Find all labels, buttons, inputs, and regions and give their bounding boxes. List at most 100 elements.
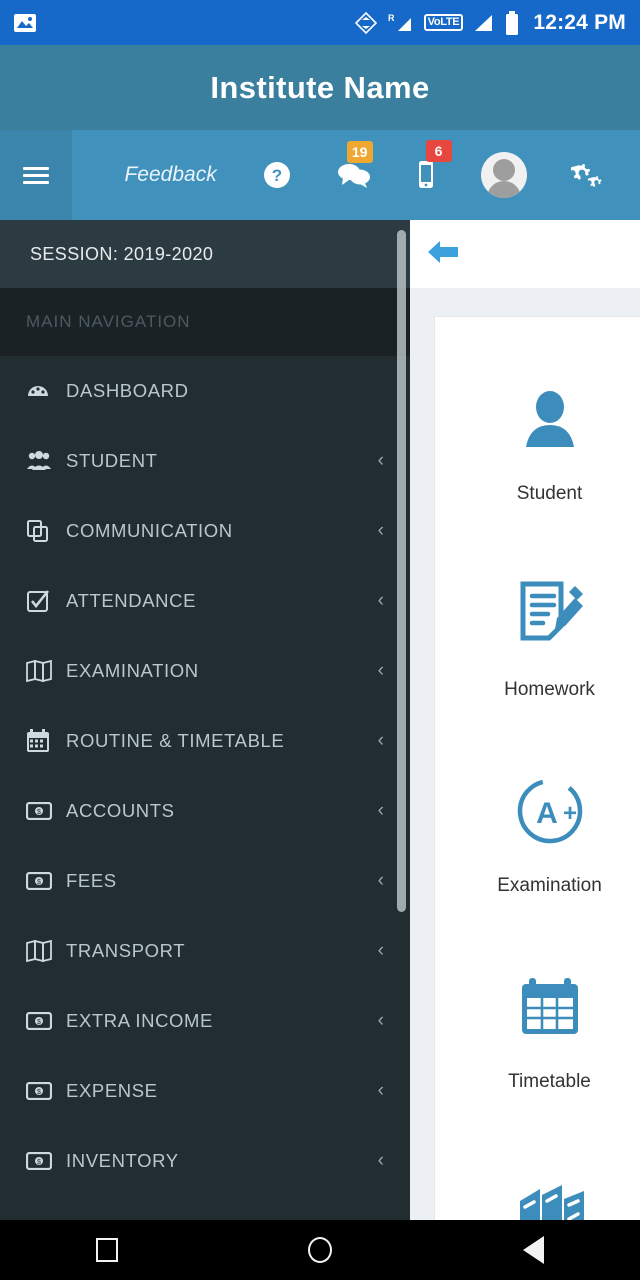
signal-icon xyxy=(473,13,495,33)
tile-label: Examination xyxy=(497,875,602,896)
back-button[interactable] xyxy=(493,1220,573,1280)
tile-label: Homework xyxy=(504,679,595,700)
chevron-left-icon: ‹ xyxy=(377,870,384,891)
cogs-icon xyxy=(571,163,603,187)
document-pencil-icon xyxy=(513,569,587,661)
sidebar-item-label: ROUTINE & TIMETABLE xyxy=(66,730,285,751)
sidebar-item-extra-income[interactable]: $ EXTRA INCOME ‹ xyxy=(0,986,410,1056)
sidebar-item-dashboard[interactable]: DASHBOARD xyxy=(0,356,410,426)
content-topbar xyxy=(410,220,640,288)
circle-icon xyxy=(307,1237,332,1263)
sidebar-item-inventory[interactable]: $ INVENTORY ‹ xyxy=(0,1126,410,1196)
hamburger-menu-button[interactable] xyxy=(0,130,72,220)
person-icon xyxy=(516,373,584,465)
tile-examination[interactable]: A + Examination xyxy=(435,733,640,929)
book-open-icon xyxy=(26,940,60,962)
tile-books[interactable] xyxy=(435,1125,640,1220)
feedback-link[interactable]: Feedback xyxy=(124,163,216,187)
chevron-left-icon: ‹ xyxy=(377,730,384,751)
hamburger-icon xyxy=(23,163,49,188)
tile-label: Timetable xyxy=(508,1071,591,1092)
chevron-left-icon: ‹ xyxy=(377,800,384,821)
chevron-left-icon: ‹ xyxy=(377,660,384,681)
sidebar-item-label: FEES xyxy=(66,870,117,891)
session-label: SESSION: 2019-2020 xyxy=(0,220,410,288)
sidebar-item-examination[interactable]: EXAMINATION ‹ xyxy=(0,636,410,706)
books-icon xyxy=(514,1168,586,1220)
tile-student[interactable]: Student xyxy=(435,341,640,537)
android-navigation-bar xyxy=(0,1220,640,1280)
sidebar-item-label: INVENTORY xyxy=(66,1150,179,1171)
main-navigation-heading: MAIN NAVIGATION xyxy=(0,288,410,356)
money-icon: $ xyxy=(26,1152,60,1170)
question-circle-icon: ? xyxy=(263,162,290,188)
page-title: Institute Name xyxy=(210,69,430,105)
mobile-badge: 6 xyxy=(425,140,452,162)
chevron-left-icon: ‹ xyxy=(377,940,384,961)
battery-icon xyxy=(505,10,519,35)
back-arrow-icon[interactable] xyxy=(426,237,460,272)
tile-label: Student xyxy=(516,483,583,504)
settings-button[interactable] xyxy=(571,160,603,190)
svg-text:?: ? xyxy=(271,166,281,185)
sidebar-item-label: DASHBOARD xyxy=(66,380,189,401)
sidebar-item-label: ATTENDANCE xyxy=(66,590,197,611)
tile-homework[interactable]: Homework xyxy=(435,537,640,733)
sidebar-scrollbar[interactable] xyxy=(397,230,406,912)
svg-text:$: $ xyxy=(37,809,41,816)
copy-icon xyxy=(26,519,60,543)
svg-text:A: A xyxy=(536,797,558,830)
sidebar-item-label: EXTRA INCOME xyxy=(66,1010,213,1031)
sidebar-item-label: COMMUNICATION xyxy=(66,520,233,541)
clock-label: 12:24 PM xyxy=(533,10,626,34)
square-icon xyxy=(95,1238,118,1262)
tile-timetable[interactable]: Timetable xyxy=(435,929,640,1125)
students-icon xyxy=(26,450,60,472)
avatar[interactable] xyxy=(480,152,527,198)
volte-icon: VoLTE xyxy=(423,14,464,31)
home-button[interactable] xyxy=(280,1220,360,1280)
chevron-left-icon: ‹ xyxy=(377,1080,384,1101)
status-bar: R VoLTE 12:24 PM xyxy=(0,0,640,45)
sidebar-item-communication[interactable]: COMMUNICATION ‹ xyxy=(0,496,410,566)
sidebar-item-label: EXAMINATION xyxy=(66,660,199,681)
svg-text:$: $ xyxy=(37,1019,41,1026)
sidebar-item-fees[interactable]: $ FEES ‹ xyxy=(0,846,410,916)
content-panel: Student Homework A + Examination Timetable xyxy=(410,220,640,1220)
money-icon: $ xyxy=(26,1012,60,1030)
messages-button[interactable]: 19 xyxy=(337,141,373,189)
app-header: Institute Name xyxy=(0,45,640,130)
calendar-icon xyxy=(518,961,582,1053)
svg-text:$: $ xyxy=(37,1159,41,1166)
svg-text:+: + xyxy=(562,800,576,827)
mobile-button[interactable]: 6 xyxy=(416,140,452,190)
dashboard-icon xyxy=(26,379,60,403)
recents-button[interactable] xyxy=(67,1220,147,1280)
svg-text:$: $ xyxy=(37,1089,41,1096)
sidebar-item-routine-timetable[interactable]: ROUTINE & TIMETABLE ‹ xyxy=(0,706,410,776)
sidebar-item-attendance[interactable]: ATTENDANCE ‹ xyxy=(0,566,410,636)
chevron-left-icon: ‹ xyxy=(377,520,384,541)
messages-badge: 19 xyxy=(346,141,373,163)
sidebar-item-student[interactable]: STUDENT ‹ xyxy=(0,426,410,496)
sidebar-item-expense[interactable]: $ EXPENSE ‹ xyxy=(0,1056,410,1126)
help-button[interactable]: ? xyxy=(262,160,292,190)
sidebar-item-label: ACCOUNTS xyxy=(66,800,175,821)
chevron-left-icon: ‹ xyxy=(377,1150,384,1171)
check-square-icon xyxy=(26,589,60,613)
sidebar-item-label: EXPENSE xyxy=(66,1080,158,1101)
sidebar-item-accounts[interactable]: $ ACCOUNTS ‹ xyxy=(0,776,410,846)
sidebar-item-label: STUDENT xyxy=(66,450,158,471)
wifi-icon xyxy=(354,11,378,35)
sidebar-item-transport[interactable]: TRANSPORT ‹ xyxy=(0,916,410,986)
a-plus-circle-icon: A + xyxy=(514,765,586,857)
triangle-back-icon xyxy=(522,1236,544,1264)
calendar-icon xyxy=(26,729,60,753)
money-icon: $ xyxy=(26,872,60,890)
money-icon: $ xyxy=(26,1082,60,1100)
sidebar: SESSION: 2019-2020 MAIN NAVIGATION DASHB… xyxy=(0,220,410,1220)
roaming-signal-icon: R xyxy=(388,12,414,34)
comments-icon xyxy=(337,164,370,188)
chevron-left-icon: ‹ xyxy=(377,450,384,471)
mobile-icon xyxy=(418,161,433,188)
